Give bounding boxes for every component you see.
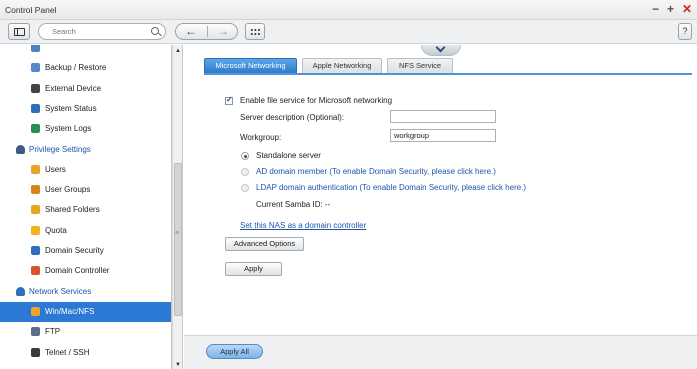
samba-id-label: Current Samba ID: -- [256, 200, 331, 209]
scroll-up-icon[interactable]: ▲ [175, 48, 181, 54]
external-device-icon [31, 83, 40, 93]
advanced-options-button[interactable]: Advanced Options [225, 237, 304, 251]
nav-arrows: ← → [175, 23, 238, 40]
sidebar-item-system-status[interactable]: System Status [0, 99, 171, 119]
telnet-ssh-icon [31, 347, 40, 357]
sidebar-item-label: Win/Mac/NFS [45, 306, 95, 316]
sidebar-item-label: FTP [45, 327, 61, 337]
apply-all-button[interactable]: Apply All [206, 344, 263, 359]
back-arrow-icon[interactable]: ← [176, 24, 206, 39]
maximize-icon[interactable]: + [667, 3, 674, 15]
globe-icon [16, 286, 25, 296]
sidebar-item-win-mac-nfs[interactable]: Win/Mac/NFS [0, 301, 171, 322]
main-content: Microsoft Networking Apple Networking NF… [184, 42, 697, 369]
system-logs-icon [31, 124, 40, 134]
app-grid-button[interactable] [245, 23, 265, 40]
domain-security-icon [31, 246, 40, 255]
sidebar-item-label: System Status [45, 103, 97, 113]
sidebar-item-label: Domain Controller [45, 266, 110, 276]
ad-member-link[interactable]: AD domain member (To enable Domain Secur… [256, 167, 496, 176]
sidebar-item-shared-folders[interactable]: Shared Folders [0, 200, 171, 220]
window-title: Control Panel [5, 5, 57, 15]
user-groups-icon [31, 185, 40, 195]
sidebar-item-quota[interactable]: Quota [0, 221, 171, 241]
system-status-icon [31, 103, 40, 113]
sidebar-item-label: Backup / Restore [45, 63, 107, 73]
sidebar-item-users[interactable]: Users [0, 160, 171, 180]
enable-smb-label: Enable file service for Microsoft networ… [240, 96, 393, 105]
sidebar-item-label: System Logs [45, 124, 92, 134]
toolbar: ← → ? [0, 20, 697, 44]
forward-arrow-icon[interactable]: → [208, 24, 238, 39]
sidebar-item-ftp[interactable]: FTP [0, 322, 171, 342]
grid-icon [250, 28, 261, 36]
sidebar-item-backup-restore[interactable]: Backup / Restore [0, 58, 171, 78]
workgroup-label: Workgroup: [240, 133, 282, 142]
ftp-icon [31, 327, 40, 337]
sidebar-item-external-device[interactable]: External Device [0, 79, 171, 99]
sidebar-group-network-services[interactable]: Network Services [0, 282, 171, 302]
search-icon[interactable] [151, 27, 159, 35]
backup-icon [31, 63, 40, 73]
sidebar-item-label: Privilege Settings [29, 144, 91, 154]
sidebar-item-partial[interactable] [0, 45, 171, 58]
sidebar-item-label: Telnet / SSH [45, 347, 90, 357]
sidebar-group-privilege-settings[interactable]: Privilege Settings [0, 140, 171, 160]
close-icon[interactable]: ✕ [682, 3, 692, 15]
user-icon [31, 164, 40, 174]
system-icon [31, 45, 40, 52]
sidebar: Backup / Restore External Device System St… [0, 45, 172, 369]
workgroup-input[interactable] [390, 129, 496, 142]
sidebar-item-label: User Groups [45, 185, 91, 195]
domain-controller-icon [31, 266, 40, 276]
minimize-icon[interactable]: − [652, 3, 659, 15]
sidebar-item-label: Domain Security [45, 246, 104, 255]
person-icon [16, 144, 25, 154]
title-bar: Control Panel − + ✕ [0, 0, 697, 20]
apply-button[interactable]: Apply [225, 262, 282, 276]
sidebar-item-system-logs[interactable]: System Logs [0, 119, 171, 139]
footer-bar: Apply All [184, 335, 697, 369]
ldap-link[interactable]: LDAP domain authentication (To enable Do… [256, 183, 526, 192]
win-mac-nfs-icon [31, 306, 40, 316]
panel-toggle-button[interactable] [8, 23, 30, 40]
sidebar-item-label: Users [45, 164, 66, 174]
scrollbar-thumb[interactable] [174, 163, 182, 316]
server-description-input[interactable] [390, 110, 496, 123]
standalone-label: Standalone server [256, 151, 321, 160]
sidebar-item-label: Quota [45, 225, 67, 235]
sidebar-item-domain-security[interactable]: Domain Security [0, 241, 171, 261]
sidebar-item-user-groups[interactable]: User Groups [0, 180, 171, 200]
search-box[interactable] [38, 23, 166, 40]
radio-standalone[interactable] [241, 152, 249, 160]
sidebar-item-domain-controller[interactable]: Domain Controller [0, 261, 171, 281]
radio-ad-member[interactable] [241, 168, 249, 176]
help-button[interactable]: ? [678, 23, 692, 40]
scroll-down-icon[interactable]: ▼ [175, 362, 181, 368]
server-description-label: Server description (Optional): [240, 113, 345, 122]
sidebar-item-label: Shared Folders [45, 205, 100, 215]
panel-layout-icon [14, 28, 25, 36]
sidebar-scrollbar[interactable]: ▲ ▼ [172, 45, 183, 369]
sidebar-item-label: Network Services [29, 286, 92, 296]
microsoft-networking-form: Enable file service for Microsoft networ… [184, 45, 697, 335]
radio-ldap[interactable] [241, 184, 249, 192]
enable-smb-checkbox[interactable] [225, 95, 233, 105]
set-domain-controller-link[interactable]: Set this NAS as a domain controller [240, 221, 366, 230]
sidebar-item-label: External Device [45, 83, 102, 93]
shared-folder-icon [31, 205, 40, 215]
search-input[interactable] [52, 26, 147, 37]
quota-icon [31, 225, 40, 235]
sidebar-item-telnet-ssh[interactable]: Telnet / SSH [0, 343, 171, 363]
